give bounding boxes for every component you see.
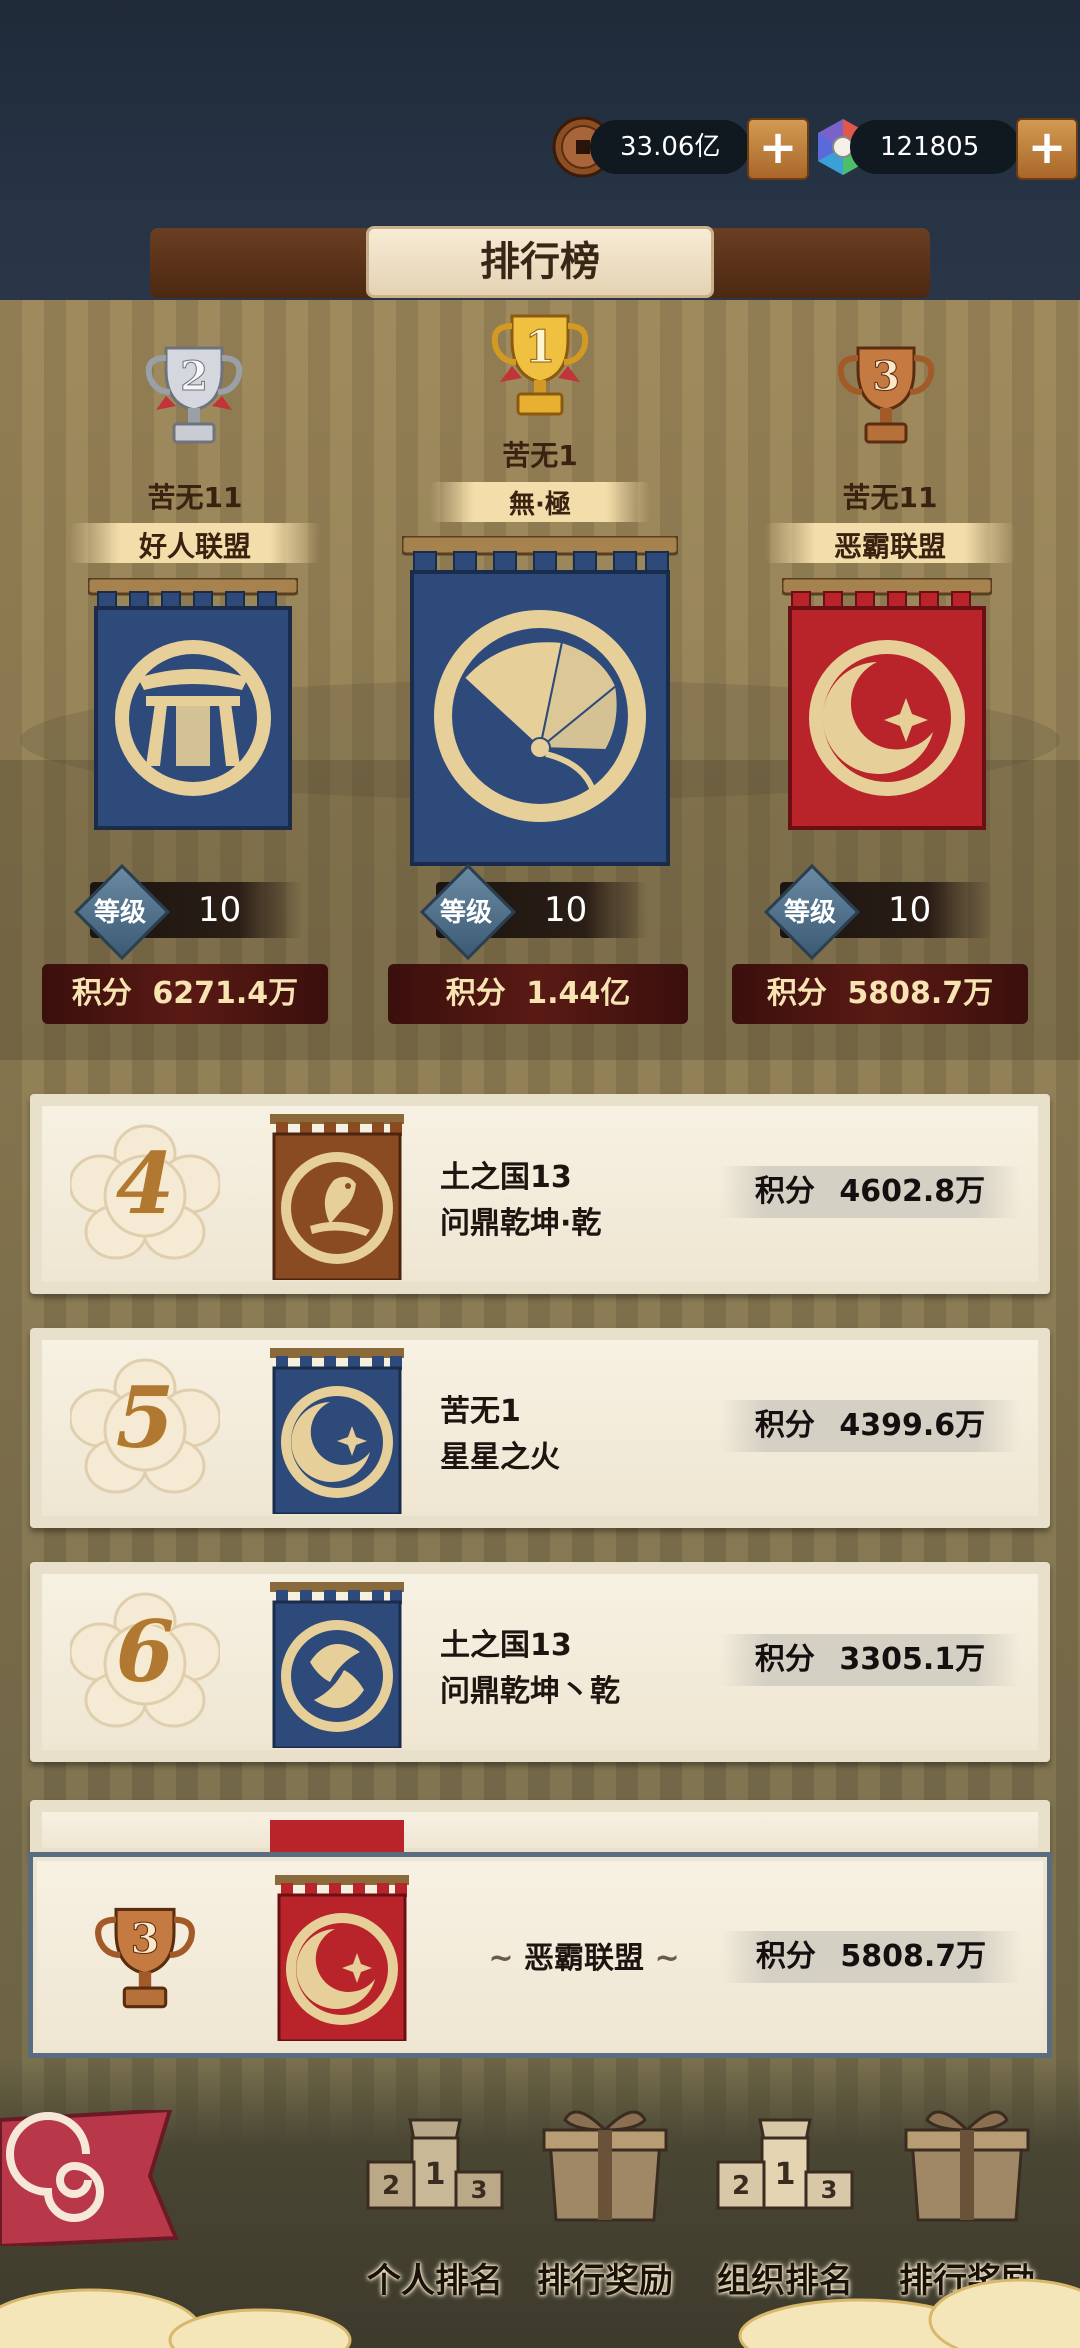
podium-1-score-strip: 积分 1.44亿 — [388, 964, 688, 1024]
row-score-value: 4602.8万 — [839, 1174, 986, 1209]
my-score-label: 积分 — [755, 1939, 816, 1974]
svg-text:2: 2 — [732, 2171, 750, 2201]
my-guild-name: 恶霸联盟 — [524, 1941, 644, 1976]
svg-text:1: 1 — [425, 2157, 446, 2192]
row-server: 土之国13 — [440, 1628, 572, 1663]
rank-number: 4 — [115, 1134, 175, 1233]
add-coins-button[interactable]: + — [747, 118, 809, 180]
row-inner — [42, 1812, 1038, 1848]
podium-2-banner — [88, 578, 298, 830]
back-button[interactable] — [0, 2110, 180, 2246]
svg-text:3: 3 — [471, 2176, 488, 2204]
podium-2-score-label: 积分 — [71, 976, 132, 1011]
row-server: 土之国13 — [440, 1160, 572, 1195]
podium-1-banner — [402, 536, 678, 866]
scroll-ornament-left: ~ — [488, 1941, 514, 1976]
rank-number: 6 — [115, 1602, 175, 1701]
podium-3-score-label: 积分 — [766, 976, 827, 1011]
gem-value: 121805 — [880, 132, 980, 162]
podium-1-level-value: 10 — [544, 890, 588, 930]
my-guild-score: 积分 5808.7万 — [721, 1931, 1021, 1983]
podium-icon: 1 2 3 — [366, 2118, 504, 2210]
my-guild-row[interactable]: 3 ~ 恶霸联盟 ~ 积分 5808.7万 — [28, 1852, 1052, 2058]
silver-trophy-icon: 2 — [145, 346, 243, 444]
podium-1-score: 1.44亿 — [526, 976, 631, 1011]
row-banner — [270, 1114, 404, 1280]
rank-1-number: 1 — [525, 322, 556, 373]
my-guild-banner — [275, 1875, 409, 2041]
scroll-ornament-right: ~ — [654, 1941, 680, 1976]
row-score: 积分 3305.1万 — [720, 1634, 1020, 1686]
row-guild: 星星之火 — [440, 1440, 560, 1475]
podium-1-score-label: 积分 — [445, 976, 506, 1011]
page-title: 排行榜 — [366, 226, 714, 298]
podium-3-score: 5808.7万 — [847, 976, 994, 1011]
row-guild: 问鼎乾坤丶乾 — [440, 1674, 620, 1709]
bronze-trophy-icon: 3 — [837, 346, 935, 444]
row-score: 积分 4399.6万 — [720, 1400, 1020, 1452]
my-guild-name-ribbon: ~ 恶霸联盟 ~ — [449, 1933, 719, 1977]
row-server: 苦无1 — [440, 1394, 521, 1429]
podium-icon: 1 2 3 — [716, 2118, 854, 2210]
row-score: 积分 4602.8万 — [720, 1166, 1020, 1218]
svg-text:1: 1 — [775, 2157, 796, 2192]
gem-amount: 121805 — [850, 120, 1020, 174]
podium-1-server: 苦无1 — [502, 439, 578, 472]
coin-value: 33.06亿 — [620, 132, 721, 162]
podium-2-score-strip: 积分 6271.4万 — [42, 964, 328, 1024]
row-guild: 问鼎乾坤·乾 — [440, 1206, 602, 1241]
podium-3-banner — [782, 578, 992, 830]
podium-3-level-label: 等级 — [784, 898, 837, 928]
list-item[interactable]: 6 土之国13 问鼎乾坤丶乾 积分 3305.1万 — [30, 1562, 1050, 1762]
podium-3-guild: 恶霸联盟 — [833, 530, 946, 563]
svg-text:2: 2 — [382, 2171, 400, 2201]
podium-2-guild: 好人联盟 — [138, 530, 251, 563]
podium-1-level-label: 等级 — [440, 898, 493, 928]
row-banner — [270, 1582, 404, 1748]
podium-3-server: 苦无11 — [842, 481, 938, 514]
rank-3-number: 3 — [872, 353, 900, 400]
row-score-label: 积分 — [754, 1174, 815, 1209]
add-gems-button[interactable]: + — [1016, 118, 1078, 180]
podium-2-server: 苦无11 — [147, 481, 243, 514]
coin-amount: 33.06亿 — [590, 120, 750, 174]
decorative-clouds — [0, 2278, 1080, 2348]
my-score-value: 5808.7万 — [840, 1939, 987, 1974]
podium-1-guild: 無·極 — [509, 490, 571, 520]
row-score-label: 积分 — [754, 1408, 815, 1443]
svg-text:3: 3 — [821, 2176, 838, 2204]
torii-emblem-icon — [138, 669, 248, 766]
row-score-value: 4399.6万 — [839, 1408, 986, 1443]
podium-3-level-value: 10 — [888, 890, 932, 930]
row-score-label: 积分 — [754, 1642, 815, 1677]
rank-2-number: 2 — [180, 353, 208, 400]
my-rank-number: 3 — [131, 1914, 160, 1963]
row-score-value: 3305.1万 — [839, 1642, 986, 1677]
podium-2-score: 6271.4万 — [152, 976, 299, 1011]
list-item[interactable]: 5 苦无1 星星之火 积分 4399.6万 — [30, 1328, 1050, 1528]
row-banner — [270, 1348, 404, 1514]
podium-2-level-value: 10 — [198, 890, 242, 930]
podium-3-score-strip: 积分 5808.7万 — [732, 964, 1028, 1024]
bronze-trophy-icon: 3 — [95, 1907, 195, 2009]
list-item-partial[interactable] — [30, 1800, 1050, 1860]
gift-box-icon — [542, 2110, 668, 2222]
list-item[interactable]: 4 土之国13 问鼎乾坤·乾 积分 4602.8万 — [30, 1094, 1050, 1294]
gold-trophy-icon: 1 — [491, 314, 589, 416]
gift-box-icon — [904, 2110, 1030, 2222]
podium-2-level-label: 等级 — [94, 898, 147, 928]
rank-number: 5 — [115, 1368, 175, 1467]
